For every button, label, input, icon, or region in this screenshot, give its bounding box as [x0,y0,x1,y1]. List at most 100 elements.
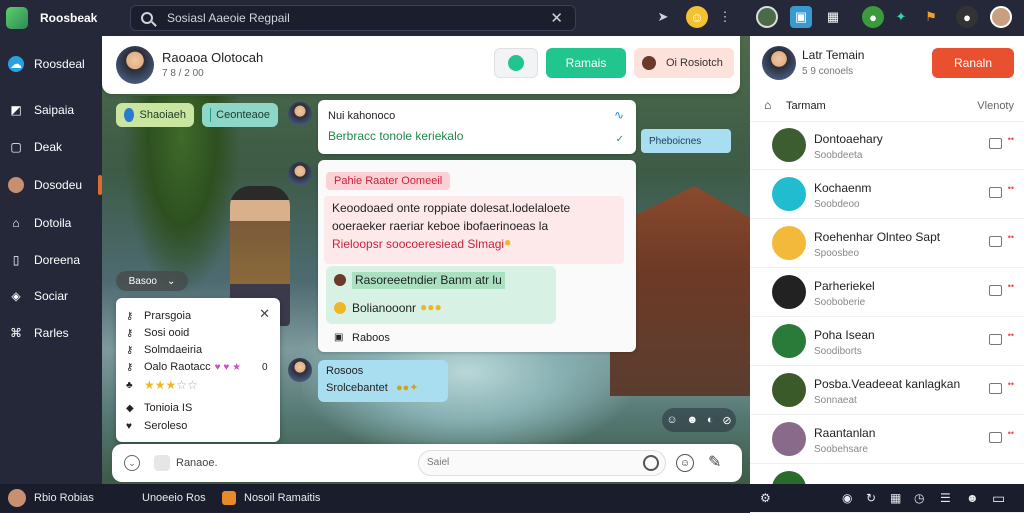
avatar[interactable] [756,6,778,28]
rating-row[interactable]: ♣ ★ ★ ★ ☆ ☆ [126,378,198,392]
status-button[interactable] [494,48,538,78]
avatar[interactable] [772,226,806,260]
profile-avatar[interactable] [990,6,1012,28]
avatar[interactable] [772,275,806,309]
chevron-down-icon: ⌄ [167,276,175,287]
avatar[interactable] [772,177,806,211]
sidebar-item-sociar[interactable]: ◈ Sociar [0,282,102,310]
sidebar-item-saipaia[interactable]: ◩ Saipaia [0,96,102,124]
sidebar-item-roosdeal[interactable]: ☁ Roosdeal [0,50,102,78]
pin-icon[interactable]: ➤ [652,6,674,28]
star-icon[interactable]: ★ [144,378,155,392]
reaction-icon[interactable]: ☻ [686,414,698,426]
menu-item[interactable]: ◆Tonioia IS [126,402,192,414]
avatar[interactable] [288,102,312,126]
call-button[interactable]: Ramais [546,48,626,78]
edit-icon[interactable] [989,138,1002,149]
menu-item[interactable]: ⚷Sosi ooid [126,327,189,339]
refresh-icon[interactable]: ↻ [866,491,876,505]
filter-dropdown[interactable]: Vlenoty [977,100,1014,112]
avatar[interactable] [772,373,806,407]
chart-icon[interactable]: ▦ [822,6,844,28]
notice-icon [222,491,236,505]
edit-icon[interactable] [989,432,1002,443]
star-icon[interactable]: ☆ [187,378,198,392]
emoji-icon[interactable]: ☺ [676,454,694,472]
chip-shaoiaeh[interactable]: Shaoiaeh [116,103,194,127]
edit-icon[interactable] [989,187,1002,198]
conversation-item[interactable]: Roehenhar Olnteo SaptSpoosbeo•• [750,220,1024,268]
avatar[interactable] [116,46,154,84]
more-icon[interactable]: ⋮ [714,6,736,28]
menu-item[interactable]: ⚷Prarsgoia [126,310,191,322]
conversation-item[interactable]: DontoaeharySoobdeeta•• [750,122,1024,170]
menu-item[interactable]: ⚷Solmdaeiria [126,344,202,356]
conversation-item[interactable]: Posba.Veadeeat kanlagkanSonnaeat•• [750,367,1024,415]
at-icon[interactable] [643,455,659,471]
user-avatar[interactable] [8,489,26,507]
filter-row[interactable]: ⌂ Tarmam Vlenoty [750,92,1024,122]
person-icon[interactable]: ☻ [966,491,979,505]
conversation-item[interactable]: Poha IseanSoodiborts•• [750,318,1024,366]
chip-ceonteaoe[interactable]: Ceonteaoe [202,103,278,127]
menu-item[interactable]: ⚷Oalo Raotacc♥ ♥ ★0 [126,361,241,373]
avatar[interactable] [288,162,312,186]
notice-text[interactable]: Nosoil Ramaitis [244,492,320,504]
edit-icon[interactable] [989,334,1002,345]
send-icon[interactable]: ✎ [708,452,721,472]
notification-icon[interactable]: ● [862,6,884,28]
sidebar-item-dosodeu[interactable]: Dosodeu [0,171,102,199]
grid-icon[interactable]: ▦ [890,491,901,505]
menu-pill[interactable]: Basoo ⌄ [116,271,188,291]
search-input[interactable]: Sosiasl Aaeoie Regpail [167,11,290,25]
conversation-item[interactable]: ParheriekelSooboberie•• [750,269,1024,317]
star-icon[interactable]: ★ [166,378,177,392]
peach-action-button[interactable]: Oi Rosiotch [634,48,734,78]
user-avatar[interactable]: ● [956,6,978,28]
edit-icon[interactable] [989,383,1002,394]
reaction-icon[interactable]: ⊘ [722,414,731,427]
chat-icon[interactable]: ◉ [842,491,852,505]
message-icon[interactable]: ▭ [992,490,1005,507]
avatar-icon [642,56,656,70]
reaction-icon[interactable]: ◐ [707,414,714,426]
conversation-item[interactable]: RaantanlanSoobehsare•• [750,416,1024,464]
star-icon[interactable]: ☆ [176,378,187,392]
avatar[interactable] [762,46,796,80]
flag-icon[interactable]: ⚑ [920,6,942,28]
sidebar-item-rarles[interactable]: ⌘ Rarles [0,319,102,347]
conversation-item[interactable]: KochaenmSoobdeoo•• [750,171,1024,219]
settings-icon[interactable]: ⚙ [760,491,771,505]
message-input[interactable]: Saiel [418,450,666,476]
sidebar-item-doreena[interactable]: ▯ Doreena [0,246,102,274]
star-icon[interactable]: ★ [155,378,166,392]
gift-icon[interactable]: ▣ [790,6,812,28]
close-icon[interactable]: ✕ [550,9,563,27]
sidebar: ☁ Roosdeal ◩ Saipaia ▢ Deak Dosodeu ⌂ Do… [0,36,102,484]
avatar[interactable] [772,324,806,358]
edit-icon[interactable] [989,236,1002,247]
panel-action-button[interactable]: Ranaln [932,48,1014,78]
emoji-icon[interactable]: ☺ [686,6,708,28]
list-icon[interactable]: ☰ [940,491,951,505]
conversation-panel: Latr Temain 5 9 conoels Ranaln ⌂ Tarmam … [750,36,1024,484]
edit-icon[interactable] [989,285,1002,296]
app-logo-icon[interactable] [6,7,28,29]
emoji-picker-icon[interactable]: ⌄ [124,455,140,471]
sparkle-icon[interactable]: ✦ [890,6,912,28]
attachment-icon[interactable] [154,455,170,471]
avatar[interactable] [288,358,312,382]
reaction-icon[interactable]: ☺ [666,414,677,426]
reaction-bar[interactable]: ☺ ☻ ◐ ⊘ [662,408,736,432]
sidebar-item-dotoila[interactable]: ⌂ Dotoila [0,209,102,237]
status-dropdown[interactable]: Unoeeio Ros [142,492,212,504]
avatar[interactable] [772,422,806,456]
conversation-preview: Sonnaeat [814,395,857,406]
sidebar-item-deak[interactable]: ▢ Deak [0,133,102,161]
menu-item[interactable]: ♥Seroleso [126,420,187,432]
close-icon[interactable]: ✕ [259,306,270,322]
avatar[interactable] [772,128,806,162]
chat-header: Raoaoa Olotocah 7 8 / 2 00 Ramais Oi Ros… [102,36,740,94]
clock-icon[interactable]: ◷ [914,491,924,505]
search-bar[interactable]: Sosiasl Aaeoie Regpail ✕ [130,5,576,31]
